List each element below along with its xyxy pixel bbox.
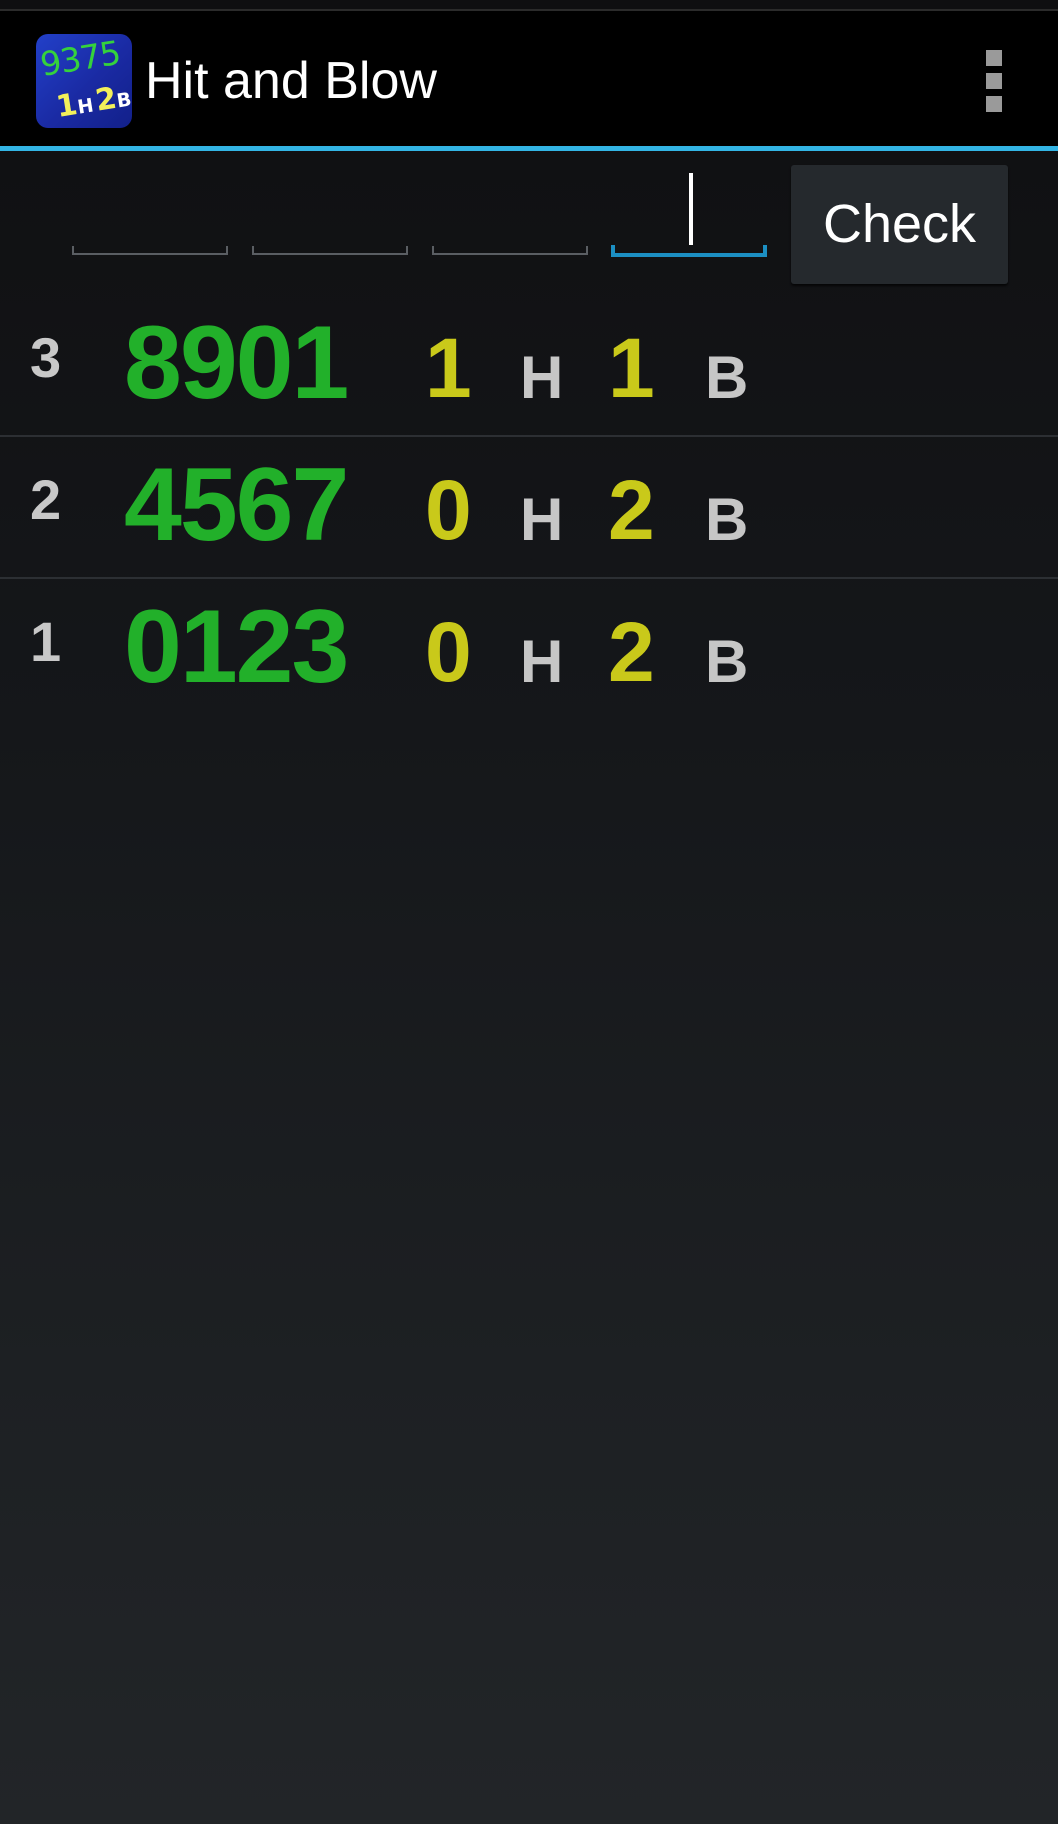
guess-number: 0123 [124, 589, 349, 705]
row-number: 3 [30, 326, 62, 389]
text-cursor [689, 173, 693, 245]
digit-input-3[interactable] [432, 170, 588, 260]
blow-count: 2 [608, 463, 655, 557]
history-row: 2 4567 0 H 2 B [0, 439, 1058, 579]
app-title: Hit and Blow [145, 52, 437, 110]
icon-blows: 2 [93, 80, 120, 119]
hit-count: 1 [425, 321, 472, 415]
icon-hit-letter: H [75, 94, 96, 119]
hit-count: 0 [425, 605, 472, 699]
icon-number-text: 9375 [37, 34, 123, 84]
row-number: 1 [30, 610, 62, 673]
guess-number: 4567 [124, 447, 349, 563]
row-divider [0, 435, 1058, 437]
blow-label: B [705, 344, 749, 411]
digit-input-1[interactable] [72, 170, 228, 260]
row-number: 2 [30, 468, 62, 531]
blow-label: B [705, 486, 749, 553]
hit-count: 0 [425, 463, 472, 557]
digit-input-2[interactable] [252, 170, 408, 260]
blow-label: B [705, 628, 749, 695]
hit-and-blow-app-icon[interactable]: 9375 1H2B [36, 34, 132, 128]
overflow-menu-icon[interactable] [984, 48, 1008, 114]
guess-number: 8901 [124, 305, 349, 421]
row-divider [0, 577, 1058, 579]
icon-blow-letter: B [115, 88, 132, 113]
hit-label: H [520, 628, 564, 695]
app-screen: 9375 1H2B Hit and Blow Check 3 8901 1 H … [0, 0, 1058, 1824]
history-row: 1 0123 0 H 2 B [0, 581, 1058, 721]
icon-hit-blow-text: 1H2B [54, 78, 132, 125]
history-row: 3 8901 1 H 1 B [0, 297, 1058, 437]
digit-input-4[interactable] [611, 170, 767, 260]
hit-label: H [520, 344, 564, 411]
hit-label: H [520, 486, 564, 553]
check-button[interactable]: Check [791, 165, 1008, 284]
icon-hits: 1 [53, 87, 80, 125]
action-bar-divider [0, 146, 1058, 151]
blow-count: 2 [608, 605, 655, 699]
blow-count: 1 [608, 321, 655, 415]
